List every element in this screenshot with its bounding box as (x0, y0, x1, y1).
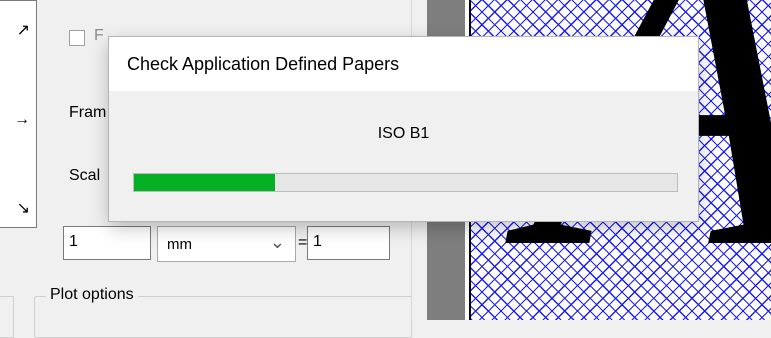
equals-sign: = (298, 234, 308, 251)
unit-select-value: mm (167, 236, 192, 253)
progress-dialog: Check Application Defined Papers ISO B1 (109, 37, 698, 221)
chevron-down-icon: ⌄ (269, 232, 285, 252)
dialog-message: ISO B1 (377, 125, 430, 142)
plot-offset-arrows: ↗ → ↘ (0, 0, 37, 228)
dialog-title: Check Application Defined Papers (109, 37, 698, 91)
diagonal-down-right-arrow-icon[interactable]: ↘ (17, 201, 30, 217)
progress-bar-fill (134, 174, 276, 191)
right-arrow-icon[interactable]: → (14, 112, 30, 128)
scale-left-input[interactable]: 1 (63, 226, 151, 260)
diagonal-up-right-arrow-icon[interactable]: ↗ (17, 23, 30, 39)
scale-label: Scal (69, 167, 101, 184)
unit-select[interactable]: mm ⌄ (157, 226, 296, 262)
progress-bar (133, 173, 678, 192)
fit-checkbox-label: F (94, 27, 104, 44)
left-groupbox-edge (0, 296, 14, 338)
frame-label: Fram (69, 104, 107, 121)
plot-options-label: Plot options (46, 286, 138, 304)
scale-right-input[interactable]: 1 (307, 226, 390, 260)
fit-checkbox[interactable] (69, 30, 85, 46)
